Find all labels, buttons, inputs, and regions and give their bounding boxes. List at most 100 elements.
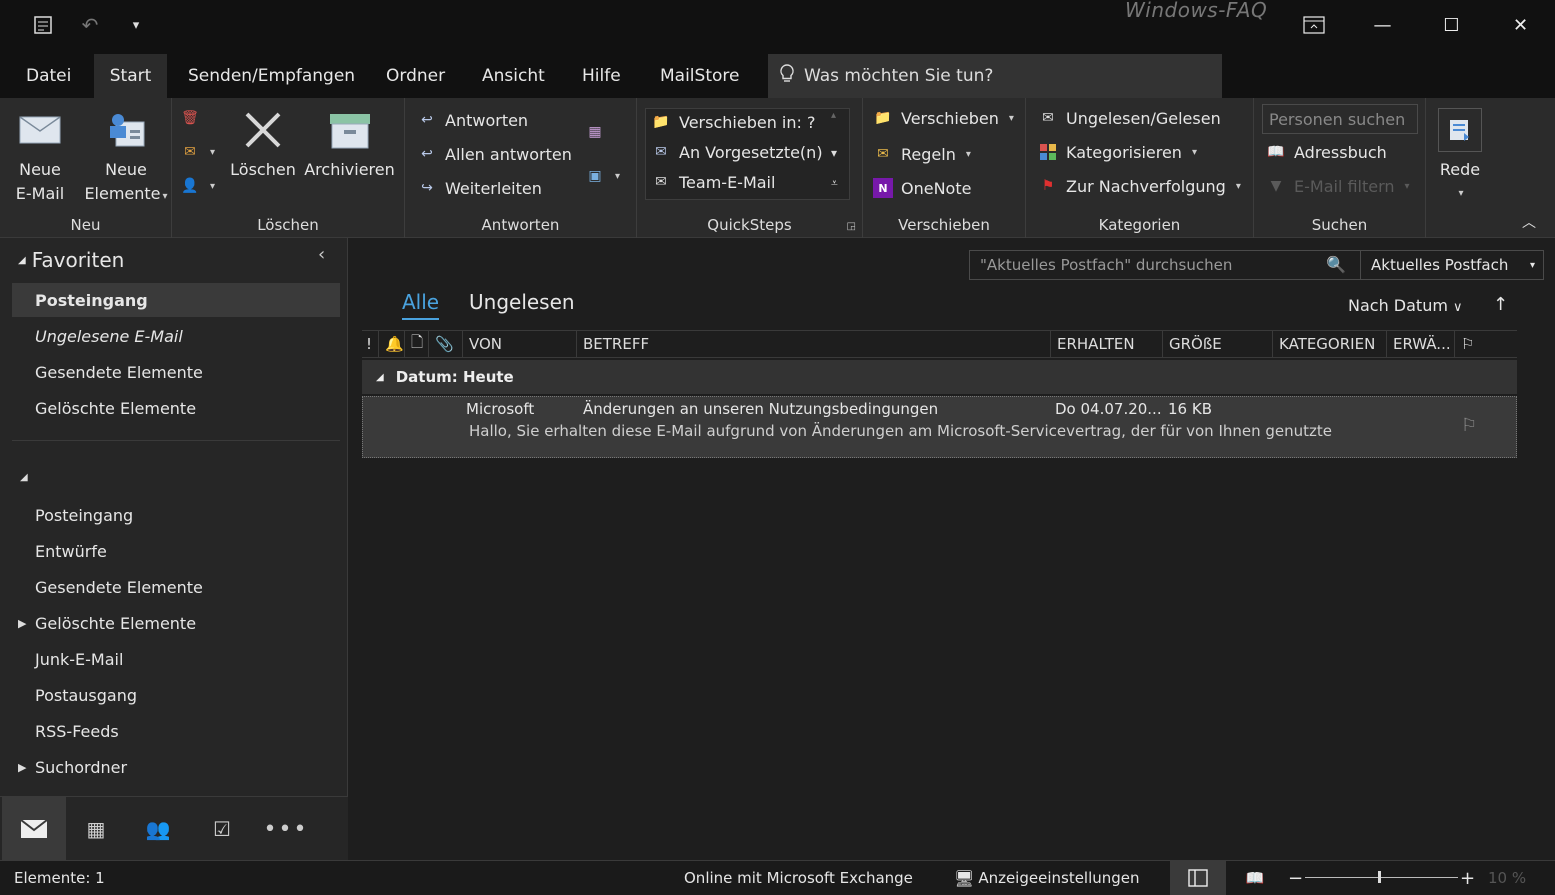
sort-by-dropdown[interactable]: Nach Datum ∨ (1348, 296, 1463, 315)
ignore-button[interactable]: 🗑 (180, 108, 200, 128)
icon-column-icon[interactable]: 🗋 (404, 331, 428, 357)
quickstep-move-to[interactable]: 📁 Verschieben in: ? (651, 112, 815, 132)
favorites-header[interactable]: ◢ Favoriten (18, 248, 124, 272)
display-settings-button[interactable]: 🖥 Anzeigeeinstellungen (954, 861, 1140, 895)
folder-rss[interactable]: RSS-Feeds (12, 714, 340, 748)
flag-icon[interactable]: ⚐ (1461, 415, 1477, 436)
minimize-icon[interactable]: — (1348, 0, 1417, 50)
ribbon-display-options-icon[interactable] (1279, 0, 1348, 50)
expand-arrow-icon[interactable]: ▶ (18, 617, 26, 630)
forward-button[interactable]: ↪ Weiterleiten (417, 178, 542, 198)
column-subject[interactable]: BETREFF (576, 331, 1050, 357)
categorize-button[interactable]: Kategorisieren ▾ (1038, 142, 1197, 162)
favorite-geloeschte[interactable]: Gelöschte Elemente (12, 391, 340, 425)
mail-icon[interactable] (2, 797, 66, 861)
new-email-button[interactable]: Neue E-Mail (10, 108, 70, 206)
column-received[interactable]: ERHALTEN (1050, 331, 1162, 357)
column-mention[interactable]: ERWÄ... (1386, 331, 1454, 357)
filter-all[interactable]: Alle (402, 290, 440, 320)
mailbox-search-input[interactable]: "Aktuelles Postfach" durchsuchen 🔍 (969, 250, 1361, 280)
importance-column-icon[interactable]: ! (362, 331, 378, 357)
tab-hilfe[interactable]: Hilfe (566, 54, 637, 98)
send-receive-icon[interactable] (30, 10, 58, 40)
archive-button[interactable]: Archivieren (302, 108, 397, 182)
people-icon[interactable]: 👥 (126, 797, 190, 861)
rules-button[interactable]: ✉ Regeln ▾ (873, 144, 971, 164)
collapse-ribbon-icon[interactable]: ︿ (1522, 212, 1536, 232)
attachment-column-icon[interactable]: 📎 (428, 331, 462, 357)
sort-by-label: Nach Datum (1348, 296, 1448, 315)
flag-column-icon[interactable]: ⚐ (1454, 331, 1494, 357)
reminder-column-icon[interactable]: 🔔 (378, 331, 404, 357)
collapse-pane-icon[interactable]: ‹ (318, 244, 325, 265)
onenote-button[interactable]: N OneNote (873, 178, 971, 198)
folder-gesendete[interactable]: Gesendete Elemente (12, 570, 340, 604)
reply-button[interactable]: ↩ Antworten (417, 110, 528, 130)
filter-unread[interactable]: Ungelesen (469, 290, 575, 314)
junk-button[interactable]: 👤 ▾ (180, 176, 215, 196)
normal-view-icon[interactable] (1170, 861, 1226, 895)
zoom-slider-track[interactable] (1305, 877, 1458, 878)
ribbon-group-kategorien: ✉ Ungelesen/Gelesen Kategorisieren ▾ ⚑ Zur … (1026, 98, 1254, 238)
move-button[interactable]: 📁 Verschieben ▾ (873, 108, 1014, 128)
folder-geloeschte[interactable]: ▶ Gelöschte Elemente (12, 606, 340, 640)
more-respond-button[interactable]: ▣ ▾ (585, 166, 620, 186)
folder-entwuerfe[interactable]: Entwürfe (12, 534, 340, 568)
gallery-scroll-up-icon[interactable]: ▴ (831, 110, 836, 121)
favorite-posteingang[interactable]: Posteingang (12, 283, 340, 317)
folder-suchordner[interactable]: ▶ Suchordner (12, 750, 340, 784)
quickstep-manager[interactable]: ✉ An Vorgesetzte(n) (651, 142, 822, 162)
tab-ansicht[interactable]: Ansicht (466, 54, 561, 98)
customize-qat-icon[interactable]: ▾ (122, 10, 150, 40)
zoom-level[interactable]: 10 % (1488, 861, 1526, 895)
zoom-out-icon[interactable]: − (1288, 861, 1303, 895)
calendar-icon[interactable]: ▦ (64, 797, 128, 861)
quickstep-team-email[interactable]: ✉ Team-E-Mail (651, 172, 775, 192)
new-items-button[interactable]: Neue Elemente ▾ (84, 108, 168, 209)
dialog-launcher-icon[interactable]: ◲ (847, 221, 856, 232)
speech-button[interactable]: Rede ▾ (1434, 108, 1486, 206)
tab-senden-empfangen[interactable]: Senden/Empfangen (172, 54, 371, 98)
tab-ordner[interactable]: Ordner (370, 54, 461, 98)
cleanup-button[interactable]: ✉ ▾ (180, 142, 215, 162)
addressbook-button[interactable]: 📖 Adressbuch (1266, 142, 1387, 162)
gallery-more-icon[interactable]: ⩡ (831, 176, 838, 191)
undo-icon[interactable]: ↶ (76, 10, 104, 40)
ribbon-group-rede: Rede ▾ (1426, 98, 1494, 238)
tab-datei[interactable]: Datei (10, 54, 87, 98)
close-icon[interactable]: ✕ (1486, 0, 1555, 50)
delete-button[interactable]: Löschen (228, 108, 298, 182)
maximize-icon[interactable]: ☐ (1417, 0, 1486, 50)
favorite-ungelesene[interactable]: Ungelesene E-Mail (12, 319, 340, 353)
meeting-reply-button[interactable]: ▦ (585, 122, 605, 142)
followup-button[interactable]: ⚑ Zur Nachverfolgung ▾ (1038, 176, 1241, 196)
rules-label: Regeln (901, 144, 956, 164)
gallery-scroll-down-icon[interactable]: ▾ (831, 146, 837, 160)
more-modules-icon[interactable]: ••• (254, 797, 318, 861)
column-from[interactable]: VON (462, 331, 576, 357)
folder-posteingang[interactable]: Posteingang (12, 498, 340, 532)
zoom-slider-thumb[interactable] (1378, 871, 1381, 883)
column-size[interactable]: GRÖßE (1162, 331, 1272, 357)
unread-read-button[interactable]: ✉ Ungelesen/Gelesen (1038, 108, 1221, 128)
folder-postausgang[interactable]: Postausgang (12, 678, 340, 712)
group-header-today[interactable]: ◢ Datum: Heute (362, 360, 1517, 394)
tell-me-search[interactable]: Was möchten Sie tun? (768, 54, 1222, 98)
favorite-gesendete[interactable]: Gesendete Elemente (12, 355, 340, 389)
reply-all-button[interactable]: ↩ Allen antworten (417, 144, 572, 164)
tab-mailstore[interactable]: MailStore (644, 54, 755, 98)
column-categories[interactable]: KATEGORIEN (1272, 331, 1386, 357)
table-row[interactable]: Microsoft Änderungen an unseren Nutzungs… (362, 396, 1517, 458)
tasks-icon[interactable]: ☑ (190, 797, 254, 861)
zoom-in-icon[interactable]: + (1460, 861, 1475, 895)
expand-arrow-icon[interactable]: ▶ (18, 761, 26, 774)
search-scope-dropdown[interactable]: Aktuelles Postfach ▾ (1360, 250, 1544, 280)
folder-junk[interactable]: Junk-E-Mail (12, 642, 340, 676)
sort-direction-arrow-icon[interactable]: ↑ (1493, 294, 1508, 315)
reading-view-icon[interactable]: 📖 (1240, 861, 1270, 895)
search-icon[interactable]: 🔍 (1326, 255, 1346, 274)
filter-email-button[interactable]: ▼ E-Mail filtern ▾ (1266, 176, 1410, 196)
tab-start[interactable]: Start (94, 54, 167, 98)
people-search-input[interactable]: Personen suchen (1262, 104, 1418, 134)
mailbox-collapse-icon[interactable]: ◢ (20, 472, 28, 483)
